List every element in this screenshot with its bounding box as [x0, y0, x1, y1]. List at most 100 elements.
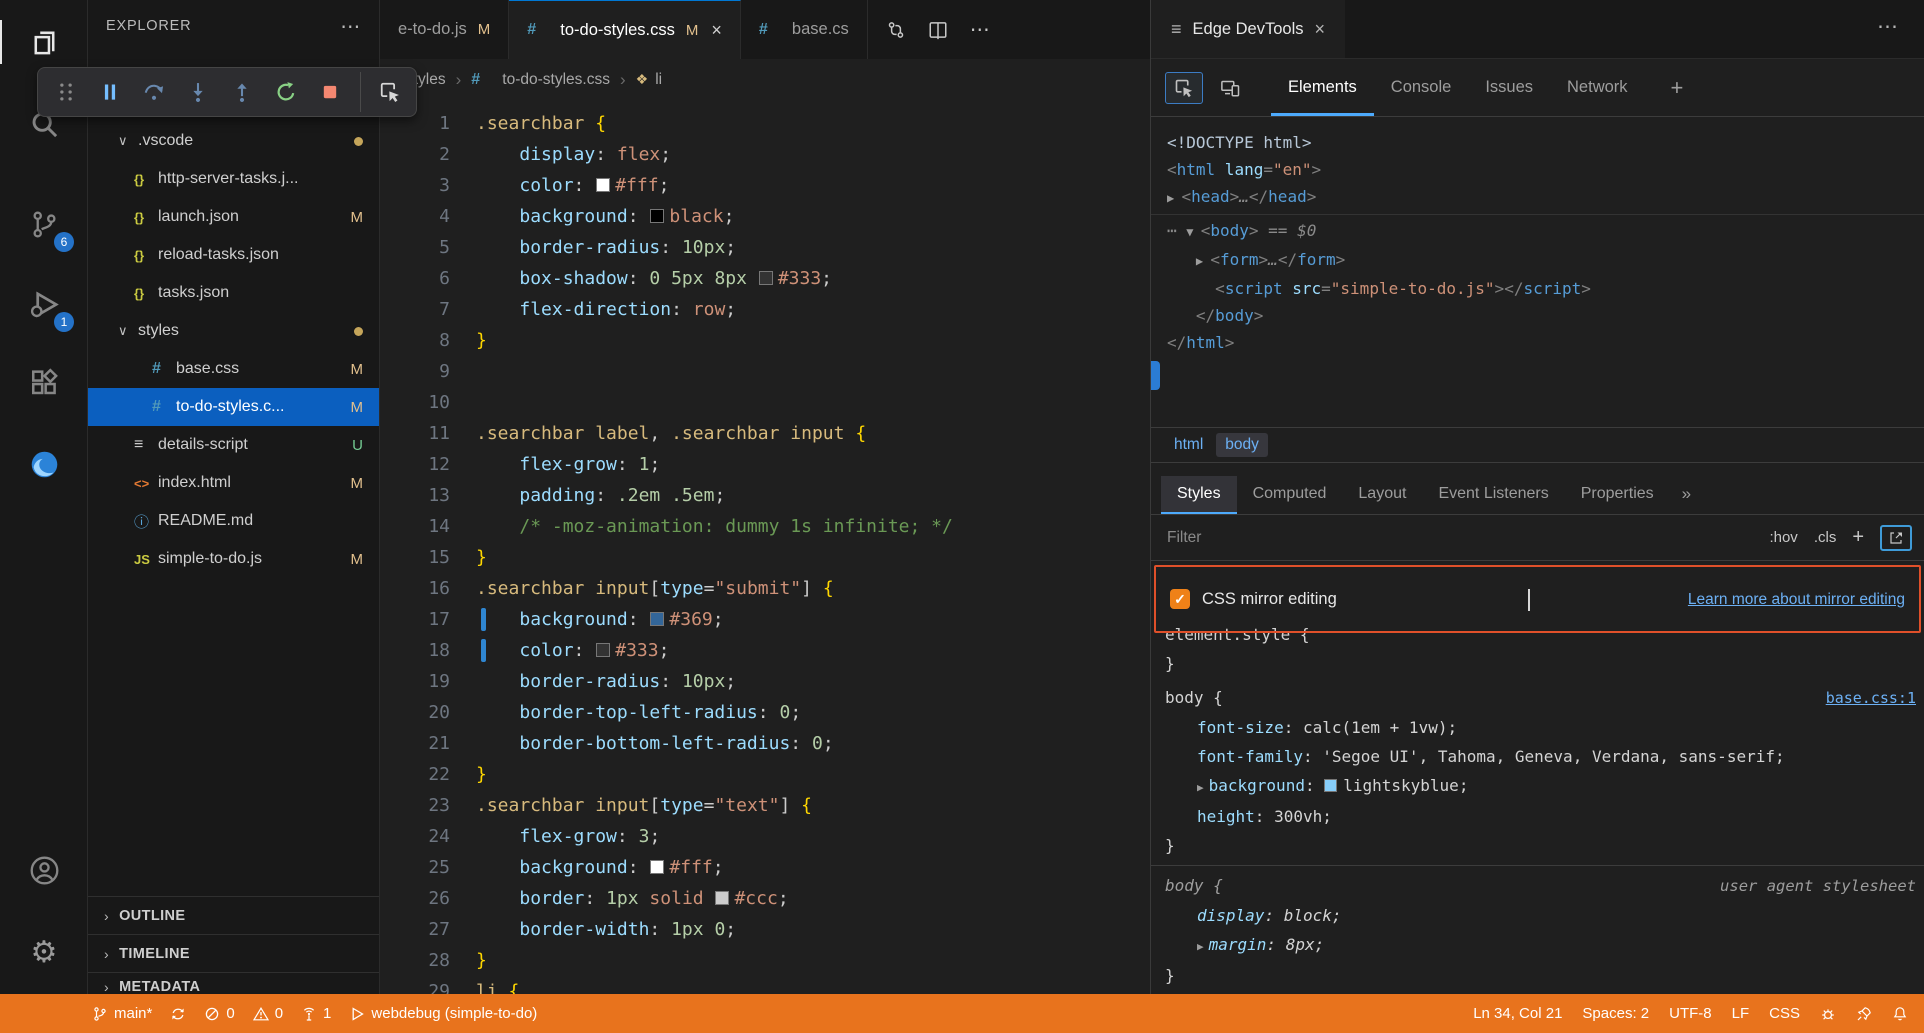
cursor-position[interactable]: Ln 34, Col 21	[1473, 1005, 1562, 1022]
file-item-details-script[interactable]: ≡ details-script U	[88, 426, 379, 464]
dom-node[interactable]: </body>	[1167, 302, 1924, 329]
new-style-rule-icon[interactable]: +	[1852, 526, 1864, 549]
code-line[interactable]: 12 flex-grow: 1;	[380, 449, 1150, 480]
tabs-overflow-icon[interactable]: »	[1682, 484, 1691, 504]
file-item-index-html[interactable]: <> index.html M	[88, 464, 379, 502]
color-swatch[interactable]	[1324, 779, 1338, 792]
editor-more-icon[interactable]: ⋯	[962, 12, 998, 48]
editor-tab-e-to-do-js[interactable]: e-to-do.js M	[380, 0, 510, 59]
edge-devtools-icon[interactable]	[0, 432, 88, 496]
devtools-panel-tab[interactable]: ≡ Edge DevTools ×	[1151, 0, 1346, 58]
encoding[interactable]: UTF-8	[1669, 1005, 1712, 1022]
dom-node[interactable]: <script src="simple-to-do.js"></script>	[1167, 275, 1924, 302]
css-property[interactable]: ▶ background: lightskyblue;	[1151, 771, 1924, 802]
file-item-simple-to-do-js[interactable]: JS simple-to-do.js M	[88, 540, 379, 578]
source-control-icon[interactable]: 6	[0, 192, 88, 256]
code-line[interactable]: 10	[380, 387, 1150, 418]
explorer-icon[interactable]	[0, 10, 88, 74]
drag-handle-icon[interactable]	[46, 72, 86, 112]
code-line[interactable]: 11 .searchbar label, .searchbar input {	[380, 418, 1150, 449]
file-item-to-do-styles-c-[interactable]: # to-do-styles.c... M	[88, 388, 379, 426]
file-item-reload-tasks-json[interactable]: {} reload-tasks.json	[88, 236, 379, 274]
file-item-tasks-json[interactable]: {} tasks.json	[88, 274, 379, 312]
dom-node[interactable]: <html lang="en">	[1167, 156, 1924, 183]
errors-count[interactable]: 0	[204, 1005, 235, 1022]
devtools-tab-elements[interactable]: Elements	[1271, 59, 1374, 116]
dom-node[interactable]: ▶ <head>…</head>	[1167, 183, 1924, 212]
open-changes-icon[interactable]	[878, 12, 914, 48]
ports-count[interactable]: 1	[301, 1005, 331, 1022]
code-line[interactable]: 7 flex-direction: row;	[380, 294, 1150, 325]
run-debug-icon[interactable]: 1	[0, 272, 88, 336]
debug-session[interactable]: webdebug (simple-to-do)	[349, 1005, 537, 1022]
file-item-launch-json[interactable]: {} launch.json M	[88, 198, 379, 236]
mirror-editing-checkbox[interactable]: ✓	[1170, 589, 1190, 609]
hov-toggle[interactable]: :hov	[1769, 529, 1797, 546]
step-out-button[interactable]	[222, 72, 262, 112]
step-into-button[interactable]	[178, 72, 218, 112]
code-line[interactable]: 17 background: #369;	[380, 604, 1150, 635]
devtools-tab-console[interactable]: Console	[1374, 59, 1469, 116]
branch-status[interactable]: main*	[92, 1005, 152, 1022]
code-line[interactable]: 15}	[380, 542, 1150, 573]
language-mode[interactable]: CSS	[1769, 1005, 1800, 1022]
code-line[interactable]: 22}	[380, 759, 1150, 790]
step-over-button[interactable]	[134, 72, 174, 112]
notifications-bell[interactable]	[1892, 1006, 1908, 1022]
dom-crumb-html[interactable]: html	[1165, 433, 1212, 457]
code-line[interactable]: 5 border-radius: 10px;	[380, 232, 1150, 263]
code-line[interactable]: 9	[380, 356, 1150, 387]
filter-input[interactable]: Filter	[1167, 529, 1753, 547]
close-icon[interactable]: ×	[711, 20, 722, 41]
dom-node[interactable]: ⋯ ▼ <body> == $0	[1167, 217, 1924, 246]
dom-tree[interactable]: <!DOCTYPE html> <html lang="en"> ▶ <head>……	[1151, 117, 1924, 427]
stop-button[interactable]	[310, 72, 350, 112]
breadcrumb-item-to-do-styles-css[interactable]: # to-do-styles.css	[471, 71, 610, 89]
styles-tab-computed[interactable]: Computed	[1237, 476, 1343, 514]
extensions-icon[interactable]	[0, 350, 88, 414]
code-line[interactable]: 6 box-shadow: 0 5px 8px #333;	[380, 263, 1150, 294]
explorer-more-icon[interactable]: ⋯	[340, 14, 361, 39]
folder-item--vscode[interactable]: ∨ .vscode	[88, 122, 379, 160]
styles-tab-event-listeners[interactable]: Event Listeners	[1422, 476, 1564, 514]
restart-button[interactable]	[266, 72, 306, 112]
indentation[interactable]: Spaces: 2	[1582, 1005, 1649, 1022]
rule-selector[interactable]: body {	[1165, 871, 1223, 900]
code-line[interactable]: 24 flex-grow: 3;	[380, 821, 1150, 852]
styles-tab-styles[interactable]: Styles	[1161, 476, 1237, 514]
css-property[interactable]: display: block;	[1151, 901, 1924, 930]
code-line[interactable]: 2 display: flex;	[380, 139, 1150, 170]
code-editor[interactable]: 1 .searchbar {2 display: flex; 3 color: #f…	[380, 100, 1150, 994]
split-editor-icon[interactable]	[920, 12, 956, 48]
code-line[interactable]: 29 li {	[380, 976, 1150, 994]
account-icon[interactable]	[0, 838, 88, 902]
code-line[interactable]: 3 color: #fff;	[380, 170, 1150, 201]
warnings-count[interactable]: 0	[252, 1005, 283, 1022]
editor-tab-base-cs[interactable]: # base.cs	[740, 0, 868, 59]
file-item-http-server-tasks-j-[interactable]: {} http-server-tasks.j...	[88, 160, 379, 198]
cls-toggle[interactable]: .cls	[1814, 529, 1837, 546]
code-line[interactable]: 4 background: black;	[380, 201, 1150, 232]
inspect-button[interactable]	[360, 72, 408, 112]
editor-tab-to-do-styles-css[interactable]: # to-do-styles.css M ×	[509, 0, 741, 59]
code-line[interactable]: 13 padding: .2em .5em;	[380, 480, 1150, 511]
close-icon[interactable]: ×	[1315, 19, 1326, 40]
devtools-more-icon[interactable]: ⋯	[1877, 14, 1898, 39]
styles-tab-layout[interactable]: Layout	[1342, 476, 1422, 514]
section-metadata[interactable]: › METADATA	[88, 972, 379, 994]
dom-node[interactable]: </html>	[1167, 329, 1924, 356]
expand-arrow-icon[interactable]: ▶	[1197, 940, 1204, 953]
feedback-button[interactable]	[1856, 1006, 1872, 1022]
device-emulation-icon[interactable]	[1211, 72, 1249, 104]
add-tab-icon[interactable]: +	[1671, 75, 1684, 101]
css-property[interactable]: font-family: 'Segoe UI', Tahoma, Geneva,…	[1151, 742, 1924, 771]
devtools-tab-issues[interactable]: Issues	[1468, 59, 1550, 116]
pause-button[interactable]	[90, 72, 130, 112]
file-item-base-css[interactable]: # base.css M	[88, 350, 379, 388]
folder-item-styles[interactable]: ∨ styles	[88, 312, 379, 350]
code-line[interactable]: 26 border: 1px solid #ccc;	[380, 883, 1150, 914]
code-line[interactable]: 16 .searchbar input[type="submit"] {	[380, 573, 1150, 604]
dom-node[interactable]: ▶ <form>…</form>	[1167, 246, 1924, 275]
css-property[interactable]: font-size: calc(1em + 1vw);	[1151, 713, 1924, 742]
code-line[interactable]: 1 .searchbar {	[380, 108, 1150, 139]
